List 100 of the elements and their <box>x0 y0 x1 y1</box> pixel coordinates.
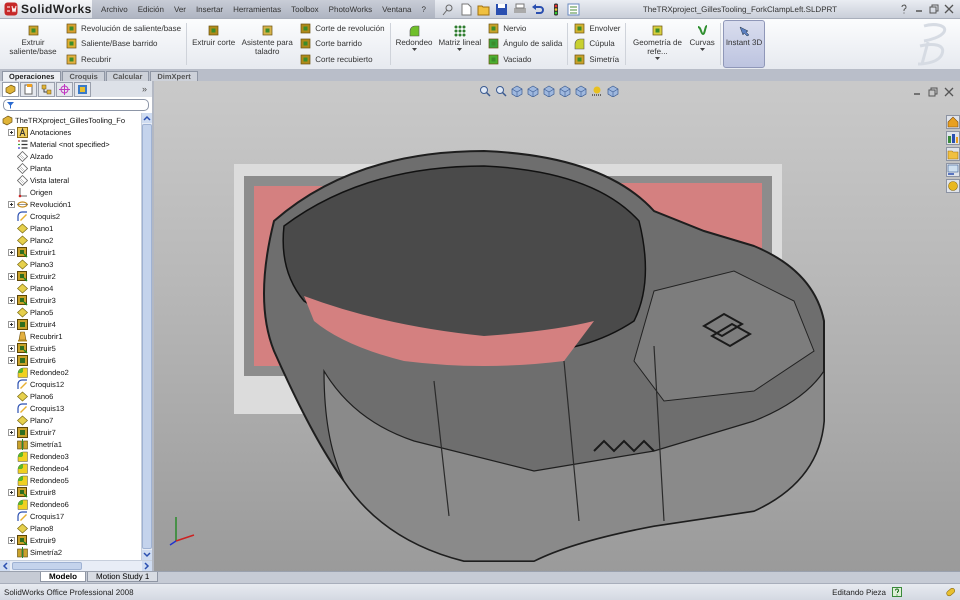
ribbon-button[interactable]: Ángulo de salida <box>487 37 562 50</box>
feature-icon <box>453 24 466 37</box>
loft-icon <box>17 330 28 342</box>
expand-toggle[interactable] <box>8 488 15 496</box>
scrollbar[interactable] <box>0 560 152 571</box>
material-icon <box>17 138 28 150</box>
panel-tab[interactable] <box>20 82 37 96</box>
scroll-down-icon[interactable] <box>142 550 152 560</box>
new-document-icon[interactable] <box>458 2 473 16</box>
ribbon-button[interactable]: Extruir saliente/base <box>4 20 62 68</box>
ribbon-button[interactable]: Curvas <box>686 20 718 68</box>
ribbon-button[interactable]: Saliente/Base barrido <box>65 37 182 50</box>
expand-toggle[interactable] <box>8 536 15 544</box>
options-icon[interactable] <box>566 2 581 16</box>
properties-icon <box>23 84 34 94</box>
help-icon[interactable] <box>899 4 909 14</box>
task-pane-button[interactable] <box>946 163 960 177</box>
feature-icon <box>299 52 312 66</box>
fillet-icon <box>17 462 28 474</box>
extrude-icon <box>17 426 28 438</box>
feature-icon <box>650 24 664 37</box>
scroll-up-icon[interactable] <box>142 113 152 123</box>
ribbon-button[interactable]: Simetría <box>573 52 620 66</box>
expand-toggle[interactable] <box>8 356 15 364</box>
ribbon-button[interactable]: Revolución de saliente/base <box>65 22 182 36</box>
panel-tab[interactable] <box>74 82 91 96</box>
feature-icon <box>573 22 586 36</box>
feature-icon <box>26 24 40 37</box>
menu-item[interactable]: Ventana <box>377 4 416 14</box>
undo-icon[interactable] <box>530 2 545 16</box>
close-icon[interactable] <box>944 87 954 97</box>
feature-icon <box>65 22 78 36</box>
printer-icon[interactable] <box>512 2 527 16</box>
caret-icon <box>412 48 417 51</box>
restore-icon[interactable] <box>928 87 938 97</box>
extrude-icon <box>17 246 28 258</box>
library-icon <box>947 132 959 144</box>
expand-toggle[interactable] <box>8 272 15 280</box>
expand-toggle[interactable] <box>8 128 15 136</box>
task-pane-button[interactable] <box>946 115 960 129</box>
ribbon-button[interactable]: Cúpula <box>573 37 620 50</box>
ribbon-button[interactable]: Recubrir <box>65 52 182 66</box>
restore-icon[interactable] <box>929 4 939 14</box>
lighting-icon[interactable] <box>591 85 603 97</box>
ribbon-button[interactable]: Corte de revolución <box>299 22 385 36</box>
panel-tab[interactable] <box>2 82 19 96</box>
open-folder-icon[interactable] <box>476 2 491 16</box>
more-button[interactable]: » <box>142 84 150 94</box>
extrude-icon <box>17 486 28 498</box>
ribbon-button[interactable]: Geometría de refe... <box>628 20 686 68</box>
zoom-area-icon[interactable] <box>495 85 507 97</box>
expand-toggle[interactable] <box>8 248 15 256</box>
ribbon-button[interactable]: Instant 3D <box>722 20 766 68</box>
panel-tab[interactable] <box>56 82 73 96</box>
plane-icon <box>17 306 28 318</box>
ribbon-button[interactable]: Corte barrido <box>299 37 385 50</box>
close-icon[interactable] <box>944 4 954 14</box>
scroll-right-icon[interactable] <box>142 561 152 571</box>
expand-toggle[interactable] <box>8 296 15 304</box>
help-icon[interactable] <box>892 587 902 597</box>
ribbon-button[interactable]: Corte recubierto <box>299 52 385 66</box>
ribbon-button[interactable]: Envolver <box>573 22 620 36</box>
plane-icon <box>17 522 28 534</box>
task-pane-button[interactable] <box>946 131 960 145</box>
view-orientation-icon[interactable] <box>543 85 555 97</box>
menu-item[interactable]: ? <box>416 4 431 14</box>
expand-toggle[interactable] <box>8 344 15 352</box>
revolve-icon <box>17 198 28 210</box>
ribbon-button[interactable]: Nervio <box>487 22 562 36</box>
ribbon-button[interactable]: Extruir corte <box>189 20 238 68</box>
expand-toggle[interactable] <box>8 200 15 208</box>
filter-field[interactable] <box>3 99 149 111</box>
scrollbar[interactable] <box>141 113 152 560</box>
menu-item[interactable]: Toolbox <box>286 4 324 14</box>
ribbon-button[interactable]: Vaciado <box>487 52 562 66</box>
task-pane-button[interactable] <box>946 179 960 193</box>
menu-item[interactable]: Herramientas <box>228 4 286 14</box>
save-icon[interactable] <box>494 2 509 16</box>
clip-icon[interactable] <box>944 586 956 598</box>
expand-toggle[interactable] <box>8 428 15 436</box>
feature-icon <box>573 37 586 50</box>
menu-item[interactable]: Ver <box>168 4 191 14</box>
model-tab[interactable]: Modelo <box>40 572 86 582</box>
menu-item[interactable]: Archivo <box>96 4 133 14</box>
app-logo: SolidWorks <box>0 0 92 18</box>
ribbon-button[interactable]: Redondeo <box>392 20 436 68</box>
plane-icon <box>17 282 28 294</box>
caret-icon <box>457 48 462 51</box>
model-tab[interactable]: Motion Study 1 <box>87 572 158 582</box>
panel-tab[interactable] <box>38 82 55 96</box>
menu-item[interactable]: Edición <box>132 4 169 14</box>
extrude-icon <box>17 318 28 330</box>
extrude-icon <box>17 342 28 354</box>
menu-item[interactable]: PhotoWorks <box>324 4 378 14</box>
ribbon-button[interactable]: Matriz lineal <box>436 20 484 68</box>
expand-toggle[interactable] <box>8 320 15 328</box>
zoom-to-fit-icon[interactable] <box>479 85 491 97</box>
menu-item[interactable]: Insertar <box>190 4 228 14</box>
ribbon-button[interactable]: Asistente para taladro <box>238 20 296 68</box>
scroll-left-icon[interactable] <box>0 561 10 571</box>
